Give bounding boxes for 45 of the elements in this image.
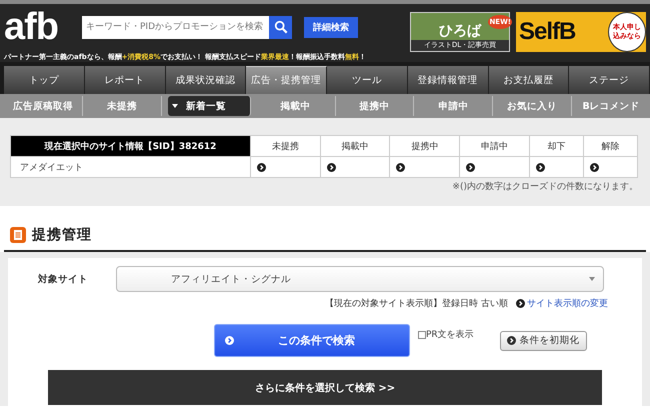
search-button[interactable]: この条件で検索 bbox=[214, 324, 410, 357]
banner-title: SelfB bbox=[519, 18, 576, 46]
pr-checkbox[interactable]: PR文を表示 bbox=[418, 328, 474, 341]
arrow-circle-icon bbox=[396, 162, 406, 172]
dropdown-arrow-icon bbox=[589, 277, 595, 281]
sort-change-link[interactable]: サイト表示順の変更 bbox=[516, 297, 608, 310]
logo[interactable]: afb bbox=[4, 10, 76, 44]
site-dropdown[interactable]: アフィリエイト・シグナル bbox=[116, 266, 604, 292]
nav-tab[interactable]: 登録情報管理 bbox=[408, 66, 488, 94]
arrow-circle-icon bbox=[516, 299, 525, 308]
search-button[interactable] bbox=[269, 16, 292, 38]
arrow-circle-icon bbox=[466, 162, 476, 172]
document-icon bbox=[10, 227, 26, 243]
table-cell: アメダイエット bbox=[10, 156, 250, 178]
more-conditions-button[interactable]: さらに条件を選択して検索 >> bbox=[48, 370, 602, 405]
column-header: 掲載中 bbox=[320, 136, 390, 156]
field-label: 対象サイト bbox=[38, 272, 88, 286]
nav-tab[interactable]: トップ bbox=[4, 66, 85, 94]
reset-button[interactable]: 条件を初期化 bbox=[500, 330, 587, 350]
note-text: ※()内の数字はクローズドの件数になります。 bbox=[451, 180, 638, 193]
column-header: 却下 bbox=[529, 136, 584, 156]
nav-tab[interactable]: 広告・提携管理 bbox=[246, 66, 327, 94]
arrow-circle-icon bbox=[536, 162, 545, 172]
column-header: 未提携 bbox=[250, 136, 320, 156]
caret-icon bbox=[172, 104, 178, 108]
arrow-circle-icon bbox=[506, 336, 516, 345]
column-header: 提携中 bbox=[390, 136, 460, 156]
nav-tab[interactable]: ツール bbox=[327, 66, 408, 94]
column-header: 申請中 bbox=[460, 136, 530, 156]
banner-title: ひろば bbox=[439, 22, 481, 40]
arrow-circle-icon bbox=[257, 162, 266, 172]
nav-tab[interactable]: お支払履歴 bbox=[488, 66, 570, 94]
nav-tab[interactable]: ステージ bbox=[569, 66, 650, 94]
arrow-circle-icon bbox=[590, 162, 599, 172]
search-icon bbox=[274, 20, 288, 34]
nav-tab[interactable]: 成果状況確認 bbox=[166, 66, 246, 94]
sort-info: 【現在の対象サイト表示順】登録日時 古い順 bbox=[325, 298, 508, 310]
arrow-circle-icon bbox=[225, 336, 234, 345]
column-header: 解除 bbox=[583, 136, 638, 156]
section-title: 提携管理 bbox=[32, 226, 92, 244]
arrow-circle-icon bbox=[326, 162, 336, 172]
table-header: 現在選択中のサイト情報【SID】382612 bbox=[10, 136, 250, 156]
nav-tab[interactable]: レポート bbox=[84, 66, 166, 94]
subnav-tab[interactable]: 新着一覧 bbox=[168, 96, 251, 116]
detail-search-button[interactable]: 詳細検索 bbox=[304, 16, 358, 38]
